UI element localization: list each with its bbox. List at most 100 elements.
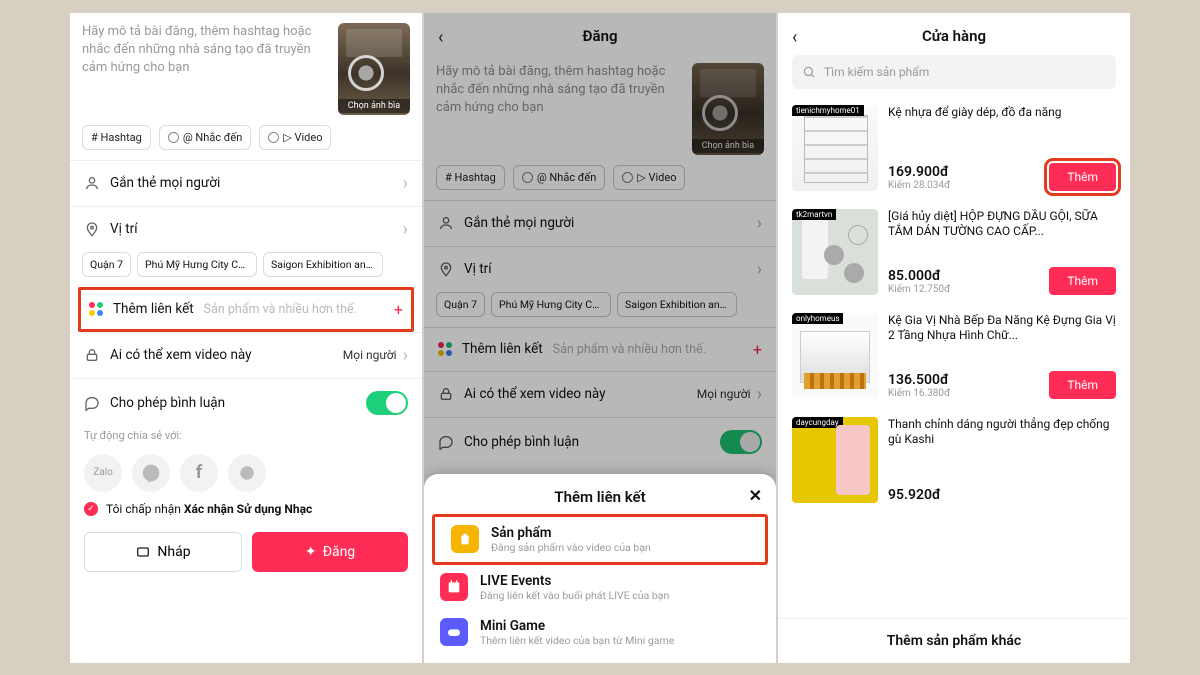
add-link-hint: Sản phẩm và nhiều hơn thế. bbox=[204, 302, 357, 317]
who-value: Mọi người bbox=[343, 348, 397, 362]
chip-video[interactable]: ▷ Video bbox=[613, 165, 685, 190]
row-add-link[interactable]: Thêm liên kếtSản phẩm và nhiều hơn thế. … bbox=[424, 327, 776, 371]
screen-post-compose: Hãy mô tả bài đăng, thêm hashtag hoặc nh… bbox=[70, 13, 422, 663]
chevron-right-icon bbox=[403, 219, 408, 240]
description-placeholder[interactable]: Hãy mô tả bài đăng, thêm hashtag hoặc nh… bbox=[82, 23, 330, 115]
product-name: Kệ Gia Vị Nhà Bếp Đa Năng Kệ Đựng Gia Vị… bbox=[888, 313, 1116, 344]
product-name: [Giá hủy diệt] HỘP ĐỰNG DẦU GỘI, SỮA TẮM… bbox=[888, 209, 1116, 240]
cover-thumbnail[interactable]: Chọn ảnh bìa bbox=[338, 23, 410, 115]
search-input[interactable]: Tìm kiếm sản phẩm bbox=[792, 55, 1116, 89]
row-allow-comments[interactable]: Cho phép bình luận bbox=[424, 417, 776, 466]
product-earn: Kiếm 16.380đ bbox=[888, 388, 950, 399]
add-link-label: Thêm liên kết bbox=[462, 341, 543, 357]
bag-icon bbox=[451, 525, 479, 553]
plus-icon[interactable]: + bbox=[394, 300, 403, 319]
chip-mention-label: @ Nhắc đến bbox=[183, 131, 242, 144]
product-item[interactable]: onlyhomeus Kệ Gia Vị Nhà Bếp Đa Năng Kệ … bbox=[778, 307, 1130, 411]
who-view-label: Ai có thể xem video này bbox=[110, 347, 252, 363]
row-location-label: Vị trí bbox=[110, 221, 138, 237]
close-icon[interactable]: ✕ bbox=[749, 486, 762, 505]
accept-prefix: Tôi chấp nhận bbox=[106, 502, 184, 516]
product-item[interactable]: tienichmyhome01 Kệ nhựa để giày dép, đồ … bbox=[778, 99, 1130, 203]
chip-video[interactable]: ▷ Video bbox=[259, 125, 331, 150]
sheet-item-live[interactable]: LIVE EventsĐăng liên kết vào buổi phát L… bbox=[424, 565, 776, 610]
product-item[interactable]: daycungday Thanh chỉnh dáng người thẳng … bbox=[778, 411, 1130, 515]
location-icon bbox=[438, 261, 454, 277]
who-value: Mọi người bbox=[697, 387, 751, 401]
share-chat[interactable] bbox=[228, 454, 266, 492]
share-messenger[interactable] bbox=[132, 454, 170, 492]
loc-chip[interactable]: Saigon Exhibition and... bbox=[617, 292, 737, 317]
screen-store: ‹ Cửa hàng Tìm kiếm sản phẩm tienichmyhom… bbox=[778, 13, 1130, 663]
chip-hashtag[interactable]: # Hashtag bbox=[82, 125, 151, 150]
comments-label: Cho phép bình luận bbox=[464, 434, 579, 450]
row-location[interactable]: Vị trí bbox=[424, 246, 776, 292]
comment-icon bbox=[84, 395, 100, 411]
post-button[interactable]: ✦Đăng bbox=[252, 532, 408, 572]
seller-tag: daycungday bbox=[792, 417, 843, 428]
search-placeholder: Tìm kiếm sản phẩm bbox=[824, 65, 929, 79]
chip-video-label: ▷ Video bbox=[637, 171, 676, 184]
row-allow-comments[interactable]: Cho phép bình luận bbox=[70, 378, 422, 427]
sheet-item-title: LIVE Events bbox=[480, 573, 669, 589]
sheet-item-product[interactable]: Sản phẩmĐăng sản phẩm vào video của bạn bbox=[435, 517, 765, 562]
accept-music[interactable]: ✓ Tôi chấp nhận Xác nhận Sử dụng Nhạc bbox=[70, 502, 422, 526]
bottom-sheet: Thêm liên kết✕ Sản phẩmĐăng sản phẩm vào… bbox=[424, 474, 776, 663]
product-list: tienichmyhome01 Kệ nhựa để giày dép, đồ … bbox=[778, 99, 1130, 515]
back-icon[interactable]: ‹ bbox=[792, 27, 797, 48]
product-image: daycungday bbox=[792, 417, 878, 503]
loc-chip[interactable]: Phú Mỹ Hưng City Ce... bbox=[137, 252, 257, 277]
chip-hashtag[interactable]: # Hashtag bbox=[436, 165, 505, 190]
row-who-view[interactable]: Ai có thể xem video nàyMọi người bbox=[424, 371, 776, 417]
page-title: Đăng bbox=[583, 27, 618, 45]
accept-bold: Xác nhận Sử dụng Nhạc bbox=[184, 502, 312, 516]
add-link-hint: Sản phẩm và nhiều hơn thế. bbox=[553, 342, 706, 357]
product-image: onlyhomeus bbox=[792, 313, 878, 399]
back-icon[interactable]: ‹ bbox=[438, 27, 443, 48]
search-icon bbox=[802, 65, 816, 79]
lock-icon bbox=[84, 347, 100, 363]
sheet-item-title: Sản phẩm bbox=[491, 525, 651, 541]
chevron-right-icon bbox=[757, 259, 762, 280]
sheet-item-minigame[interactable]: Mini GameThêm liên kết video của bạn từ … bbox=[424, 610, 776, 655]
product-earn: Kiếm 12.750đ bbox=[888, 284, 950, 295]
add-product-button[interactable]: Thêm bbox=[1049, 163, 1116, 191]
draft-label: Nháp bbox=[157, 544, 190, 560]
add-product-button[interactable]: Thêm bbox=[1049, 371, 1116, 399]
chevron-right-icon bbox=[403, 173, 408, 194]
share-zalo[interactable]: Zalo bbox=[84, 454, 122, 492]
product-price: 136.500đ bbox=[888, 372, 950, 388]
post-label: Đăng bbox=[323, 544, 356, 560]
loc-chip[interactable]: Saigon Exhibition and... bbox=[263, 252, 383, 277]
plus-icon[interactable]: + bbox=[753, 340, 762, 359]
page-title: Cửa hàng bbox=[922, 27, 986, 45]
add-link-label: Thêm liên kết bbox=[113, 301, 194, 317]
row-add-link[interactable]: Thêm liên kết Sản phẩm và nhiều hơn thế.… bbox=[81, 290, 411, 329]
sheet-item-sub: Thêm liên kết video của bạn từ Mini game bbox=[480, 634, 674, 647]
product-price: 85.000đ bbox=[888, 268, 950, 284]
add-more-products[interactable]: Thêm sản phẩm khác bbox=[778, 618, 1130, 663]
loc-chip[interactable]: Quận 7 bbox=[82, 252, 131, 277]
auto-share-label: Tự động chia sẻ với: bbox=[70, 427, 422, 448]
sheet-item-title: Mini Game bbox=[480, 618, 674, 634]
add-product-button[interactable]: Thêm bbox=[1049, 267, 1116, 295]
loc-chip[interactable]: Phú Mỹ Hưng City Ce... bbox=[491, 292, 611, 317]
toggle-comments[interactable] bbox=[366, 391, 408, 415]
row-location[interactable]: Vị trí bbox=[70, 206, 422, 252]
description-placeholder[interactable]: Hãy mô tả bài đăng, thêm hashtag hoặc nh… bbox=[436, 63, 684, 155]
cover-thumbnail[interactable]: Chọn ảnh bìa bbox=[692, 63, 764, 155]
share-facebook[interactable]: f bbox=[180, 454, 218, 492]
product-image: tienichmyhome01 bbox=[792, 105, 878, 191]
draft-button[interactable]: Nháp bbox=[84, 532, 242, 572]
chip-mention[interactable]: @ Nhắc đến bbox=[159, 125, 251, 150]
cover-label: Chọn ảnh bìa bbox=[692, 139, 764, 153]
row-who-view[interactable]: Ai có thể xem video này Mọi người bbox=[70, 332, 422, 378]
highlight-product-option: Sản phẩmĐăng sản phẩm vào video của bạn bbox=[432, 514, 768, 565]
row-tag-people[interactable]: Gắn thẻ mọi người bbox=[424, 200, 776, 246]
chip-mention[interactable]: @ Nhắc đến bbox=[513, 165, 605, 190]
product-item[interactable]: tk2martvn [Giá hủy diệt] HỘP ĐỰNG DẦU GỘ… bbox=[778, 203, 1130, 307]
toggle-comments[interactable] bbox=[720, 430, 762, 454]
row-tag-people[interactable]: Gắn thẻ mọi người bbox=[70, 160, 422, 206]
loc-chip[interactable]: Quận 7 bbox=[436, 292, 485, 317]
row-location-label: Vị trí bbox=[464, 261, 492, 277]
